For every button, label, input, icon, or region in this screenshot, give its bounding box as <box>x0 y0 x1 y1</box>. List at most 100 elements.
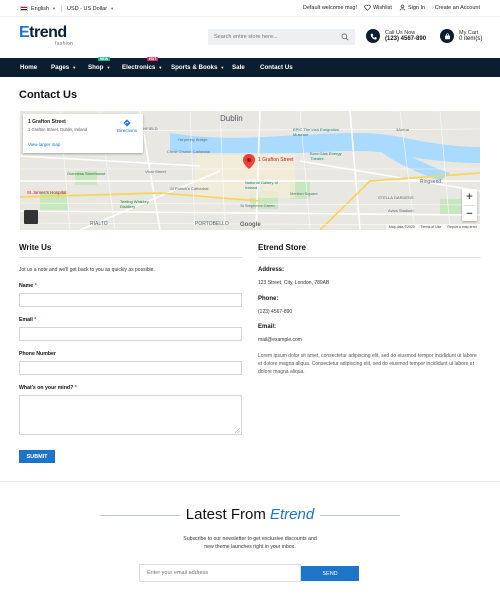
map-label: PORTOBELLO <box>195 221 229 227</box>
phone-field[interactable] <box>19 361 242 375</box>
call-us[interactable]: Call Us Now (123) 4567-890 <box>366 29 426 43</box>
phone-info-label: Phone: <box>258 296 279 302</box>
map-label: St James's Hospital <box>27 190 67 195</box>
chevron-down-icon: ▼ <box>220 65 225 70</box>
directions-button[interactable]: Directions <box>115 119 139 133</box>
message-textarea[interactable] <box>19 395 242 435</box>
zoom-in-button[interactable]: + <box>462 189 477 205</box>
nav-label: Sale <box>232 64 245 71</box>
nav-item-contact-us[interactable]: Contact Us <box>260 64 293 71</box>
main-navigation: Home Pages ▼ NEW Shop ▼ HOT Electronics … <box>0 57 500 77</box>
top-bar: English ▼ USD - US Dollar ▼ Default welc… <box>0 0 500 17</box>
nav-label: Pages <box>51 64 70 71</box>
required-mark: * <box>34 283 37 289</box>
logo-letter: E <box>19 24 30 41</box>
form-heading: Write Us <box>19 243 52 252</box>
map-label: Dublin <box>220 114 243 123</box>
create-account-label: Create an Account <box>434 4 480 11</box>
location-map[interactable]: Dublin RTHFIELD Ha'penny Bridge EPIC The… <box>20 111 480 230</box>
mini-cart[interactable]: My Cart 0 item(s) <box>440 29 482 43</box>
map-label: Ha'penny Bridge <box>178 137 208 142</box>
phone-icon <box>366 29 380 43</box>
newsletter-subtitle: Subscribe to our newsletter to get exclu… <box>150 535 350 551</box>
welcome-message: Default welcome msg! <box>302 4 357 11</box>
message-label: What's on your mind? * <box>19 385 77 391</box>
place-name: 1 Grafton Street <box>28 119 66 125</box>
nav-item-electronics[interactable]: HOT Electronics ▼ <box>122 57 162 71</box>
signin-link[interactable]: Sign In <box>399 4 425 11</box>
nav-item-shop[interactable]: NEW Shop ▼ <box>88 57 111 71</box>
heart-icon <box>364 4 371 11</box>
nav-label: Home <box>20 64 38 71</box>
resize-handle-icon[interactable] <box>235 428 240 433</box>
hot-badge: HOT <box>147 57 159 61</box>
phone-label: Phone Number <box>19 351 56 357</box>
cart-count: 0 item(s) <box>459 36 483 42</box>
required-mark: * <box>34 317 37 323</box>
nav-item-sale[interactable]: Sale <box>232 64 245 71</box>
divider <box>0 481 500 482</box>
map-label: 3Arena <box>396 127 409 132</box>
map-pin-label: 1 Grafton Street <box>258 157 294 163</box>
wishlist-link[interactable]: Wishlist <box>364 4 392 11</box>
email-label-text: Email <box>19 317 33 323</box>
map-label: Guinness Storehouse <box>67 171 106 176</box>
page-title: Contact Us <box>19 89 78 101</box>
nav-label: Electronics <box>122 64 156 71</box>
nav-item-pages[interactable]: Pages ▼ <box>51 64 76 71</box>
uk-flag-icon <box>20 6 28 11</box>
submit-button[interactable]: SUBMIT <box>19 450 55 463</box>
map-label: Bord Gáis Energy Theatre <box>310 151 342 161</box>
chevron-right-icon: › <box>432 4 434 11</box>
zoom-out-button[interactable]: − <box>462 206 477 221</box>
logo[interactable]: Etrend fashion <box>19 24 73 48</box>
send-button[interactable]: SEND <box>301 566 359 581</box>
divider <box>258 257 481 258</box>
street-view-icon[interactable] <box>24 210 38 224</box>
terms-link[interactable]: Terms of Use <box>421 225 442 229</box>
chevron-down-icon: ▼ <box>106 65 111 70</box>
nav-item-home[interactable]: Home <box>20 64 37 71</box>
map-label: Merrion Square <box>290 191 318 196</box>
view-larger-map-link[interactable]: View larger map <box>28 142 60 147</box>
map-label: Teeling Whiskey Distillery <box>120 199 149 209</box>
map-label: St Patrick's Cathedral <box>170 186 209 191</box>
newsletter-email-input[interactable] <box>139 564 301 582</box>
newsletter-title: Latest From Etrend <box>0 506 500 523</box>
name-label-text: Name <box>19 283 34 289</box>
create-account-link[interactable]: › Create an Account <box>432 5 480 11</box>
email-label: Email * <box>19 317 36 323</box>
language-label: English <box>31 5 50 12</box>
email-field[interactable] <box>19 327 242 341</box>
address-value: 123 Street, City, London, 789AB <box>258 280 330 286</box>
logo-word: trend <box>29 24 67 41</box>
map-label: RIALTO <box>90 221 108 227</box>
newsletter-title-text: Latest From <box>185 506 266 523</box>
search-box <box>208 29 355 45</box>
call-number: (123) 4567-890 <box>385 36 427 42</box>
name-label: Name * <box>19 283 37 289</box>
nav-label: Sports & Books <box>171 64 218 71</box>
email-value: mail@example.com <box>258 337 302 343</box>
nav-label: Contact Us <box>260 64 293 71</box>
name-field[interactable] <box>19 293 242 307</box>
map-zoom-controls: + − <box>462 189 477 221</box>
map-label: STELLA GARDENS <box>378 195 414 200</box>
chevron-down-icon: ▼ <box>110 6 115 11</box>
map-data-text: Map data ©2020 <box>388 225 415 229</box>
nav-item-sports-books[interactable]: Sports & Books ▼ <box>171 64 224 71</box>
newsletter-title-brand: Etrend <box>270 506 315 523</box>
new-badge: NEW <box>98 57 111 61</box>
language-selector[interactable]: English ▼ <box>20 6 56 12</box>
search-icon[interactable] <box>341 33 349 41</box>
newsletter-subtitle-line: Subscribe to our newsletter to get exclu… <box>183 536 317 542</box>
chevron-down-icon: ▼ <box>52 6 57 11</box>
divider <box>61 5 63 12</box>
site-header: Etrend fashion Call Us Now (123) 4567-89… <box>0 17 500 58</box>
logo-tagline: fashion <box>55 41 74 47</box>
currency-label: USD - US Dollar <box>67 5 108 12</box>
search-input[interactable] <box>214 32 334 42</box>
report-error-link[interactable]: Report a map error <box>447 225 477 229</box>
bag-icon <box>440 29 454 43</box>
currency-selector[interactable]: USD - US Dollar ▼ <box>67 6 114 12</box>
